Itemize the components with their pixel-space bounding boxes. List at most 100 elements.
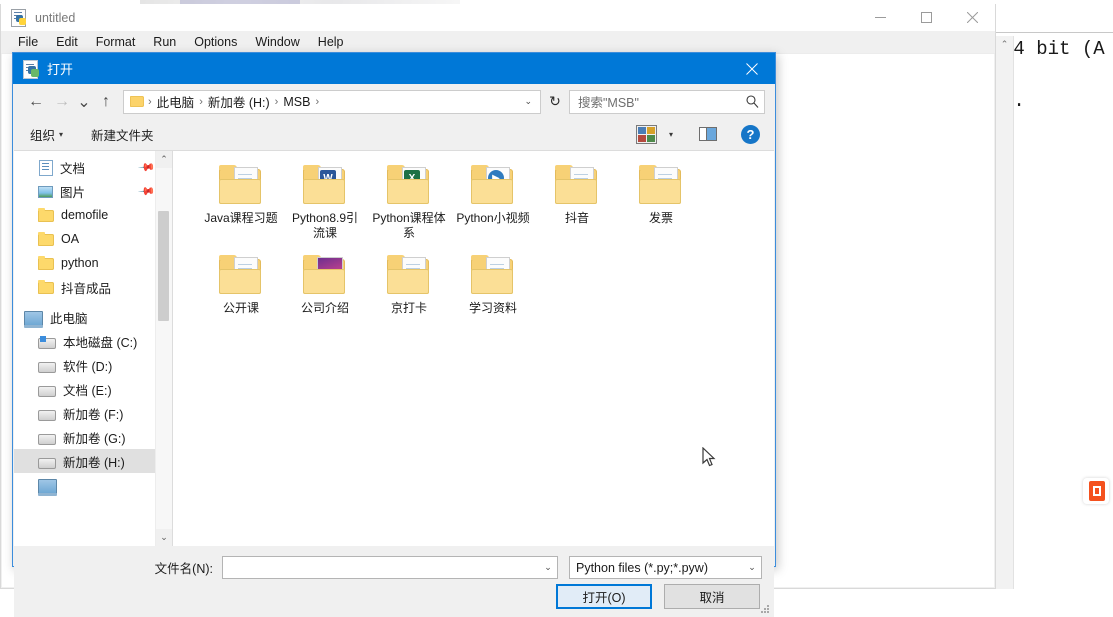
- cancel-button[interactable]: 取消: [664, 584, 760, 609]
- shell-scroll-up-icon[interactable]: ⌃: [996, 36, 1013, 53]
- file-item-python89[interactable]: W Python8.9引流课: [283, 165, 367, 241]
- close-icon[interactable]: [949, 4, 995, 31]
- view-options-button[interactable]: [631, 122, 662, 147]
- chevron-down-icon: ▾: [668, 129, 673, 139]
- minimize-icon[interactable]: [857, 4, 903, 31]
- folder-icon: [551, 165, 603, 208]
- file-item-company-intro[interactable]: 公司介绍: [283, 255, 367, 316]
- menu-window[interactable]: Window: [246, 33, 308, 51]
- breadcrumb-item-1[interactable]: 新加卷 (H:): [205, 92, 273, 111]
- dialog-title-bar[interactable]: 打开: [13, 53, 775, 84]
- file-item-invoices[interactable]: 发票: [619, 165, 703, 241]
- breadcrumb-item-2[interactable]: MSB: [280, 95, 313, 109]
- open-button[interactable]: 打开(O): [556, 584, 652, 609]
- up-icon[interactable]: ↑: [93, 89, 119, 115]
- new-folder-button[interactable]: 新建文件夹: [84, 122, 161, 147]
- sidebar-item-python[interactable]: python: [14, 251, 172, 275]
- menu-edit[interactable]: Edit: [47, 33, 87, 51]
- folder-icon: [130, 96, 144, 107]
- menu-help[interactable]: Help: [309, 33, 353, 51]
- chevron-down-icon[interactable]: ⌄: [539, 562, 557, 573]
- sidebar-item-label: 新加卷 (F:): [63, 407, 124, 422]
- sidebar-item-drive-d[interactable]: 软件 (D:): [14, 353, 172, 377]
- sidebar-item-drive-f[interactable]: 新加卷 (F:): [14, 401, 172, 425]
- sidebar-item-partial[interactable]: [14, 473, 172, 497]
- shell-scrollbar[interactable]: ⌃: [996, 36, 1014, 589]
- sidebar-item-label: 抖音成品: [61, 281, 112, 296]
- chevron-down-icon[interactable]: ⌄: [743, 562, 761, 573]
- sidebar-item-drive-c[interactable]: 本地磁盘 (C:): [14, 329, 172, 353]
- file-item-douyin[interactable]: 抖音: [535, 165, 619, 241]
- help-button[interactable]: ?: [736, 122, 765, 147]
- scroll-up-icon[interactable]: ⌃: [156, 151, 172, 168]
- scrollbar-thumb[interactable]: [158, 211, 169, 321]
- sidebar-item-douyin-works[interactable]: 抖音成品: [14, 275, 172, 299]
- file-item-jing-checkin[interactable]: 京打卡: [367, 255, 451, 316]
- maximize-icon[interactable]: [903, 4, 949, 31]
- organize-button[interactable]: 组织 ▾: [23, 122, 70, 147]
- navigation-bar: ← → ⌄ ↑ › 此电脑 › 新加卷 (H:) › MSB › ⌄ ↻ 搜索"…: [13, 84, 775, 119]
- file-item-java-exercises[interactable]: Java课程习题: [199, 165, 283, 241]
- view-dropdown-button[interactable]: ▾: [664, 127, 678, 142]
- sidebar-item-label: 此电脑: [50, 311, 88, 326]
- file-name: Java课程习题: [204, 211, 278, 225]
- sidebar-item-drive-g[interactable]: 新加卷 (G:): [14, 425, 172, 449]
- drive-icon: [38, 361, 56, 373]
- file-item-study-materials[interactable]: 学习资料: [451, 255, 535, 316]
- menu-format[interactable]: Format: [87, 33, 145, 51]
- organize-label: 组织: [30, 128, 56, 143]
- toolbar-right-group: ▾ ?: [631, 122, 765, 147]
- sidebar-item-label: 文档: [60, 161, 86, 176]
- this-pc-icon: [24, 310, 43, 328]
- shell-divider: [996, 32, 1113, 33]
- filetype-select[interactable]: Python files (*.py;*.pyw) ⌄: [569, 556, 762, 579]
- pin-icon[interactable]: 📌: [138, 182, 157, 200]
- preview-pane-button[interactable]: [694, 124, 722, 144]
- forward-icon[interactable]: →: [49, 89, 75, 115]
- drive-icon: [38, 409, 56, 421]
- filename-input[interactable]: ⌄: [222, 556, 558, 579]
- refresh-icon[interactable]: ↻: [543, 90, 567, 114]
- breadcrumb[interactable]: › 此电脑 › 新加卷 (H:) › MSB › ⌄: [123, 89, 541, 114]
- search-input[interactable]: 搜索"MSB": [569, 89, 765, 114]
- search-icon[interactable]: [740, 95, 764, 108]
- sidebar-item-pictures[interactable]: 图片 📌: [14, 179, 172, 203]
- pin-icon[interactable]: 📌: [138, 158, 157, 176]
- folder-icon: ▶: [467, 165, 519, 208]
- folder-icon: [38, 280, 54, 294]
- file-name: Python8.9引流课: [291, 211, 359, 240]
- chevron-down-icon[interactable]: ⌄: [516, 96, 540, 107]
- taskbar-app-icon[interactable]: [1083, 478, 1109, 504]
- menu-file[interactable]: File: [9, 33, 47, 51]
- sidebar-scrollbar[interactable]: ⌃ ⌄: [155, 151, 172, 546]
- filename-row: 文件名(N): ⌄ Python files (*.py;*.pyw) ⌄: [14, 556, 774, 579]
- sidebar-item-label: 本地磁盘 (C:): [63, 335, 138, 350]
- sidebar-item-this-pc[interactable]: 此电脑: [14, 305, 172, 329]
- file-list-pane[interactable]: Java课程习题 W Python8.9引流课 X Python课程体系 ▶ P…: [173, 151, 774, 546]
- sidebar-item-documents[interactable]: 文档 📌: [14, 155, 172, 179]
- file-item-python-videos[interactable]: ▶ Python小视频: [451, 165, 535, 241]
- menu-options[interactable]: Options: [185, 33, 246, 51]
- file-item-python-curriculum[interactable]: X Python课程体系: [367, 165, 451, 241]
- breadcrumb-sep-2: ›: [274, 95, 279, 108]
- breadcrumb-sep-3: ›: [315, 95, 320, 108]
- back-icon[interactable]: ←: [23, 89, 49, 115]
- file-grid: Java课程习题 W Python8.9引流课 X Python课程体系 ▶ P…: [199, 165, 759, 330]
- scroll-down-icon[interactable]: ⌄: [156, 529, 172, 546]
- file-name: 学习资料: [468, 301, 517, 315]
- dialog-close-icon[interactable]: [729, 53, 775, 84]
- sidebar-item-drive-h[interactable]: 新加卷 (H:): [14, 449, 172, 473]
- sidebar-item-demofile[interactable]: demofile: [14, 203, 172, 227]
- dialog-title: 打开: [47, 62, 74, 77]
- help-icon: ?: [741, 124, 760, 144]
- menu-run[interactable]: Run: [144, 33, 185, 51]
- sidebar-item-label: 新加卷 (G:): [63, 431, 126, 446]
- navigation-sidebar: 文档 📌 图片 📌 demofile OA python 抖音成品 此电脑 本地…: [14, 151, 172, 546]
- sidebar-item-drive-e[interactable]: 文档 (E:): [14, 377, 172, 401]
- resize-grip[interactable]: [761, 605, 770, 614]
- idle-title-bar[interactable]: untitled: [1, 4, 995, 31]
- sidebar-item-oa[interactable]: OA: [14, 227, 172, 251]
- file-item-public-course[interactable]: 公开课: [199, 255, 283, 316]
- breadcrumb-item-0[interactable]: 此电脑: [154, 92, 198, 111]
- recent-locations-icon[interactable]: ⌄: [75, 89, 93, 115]
